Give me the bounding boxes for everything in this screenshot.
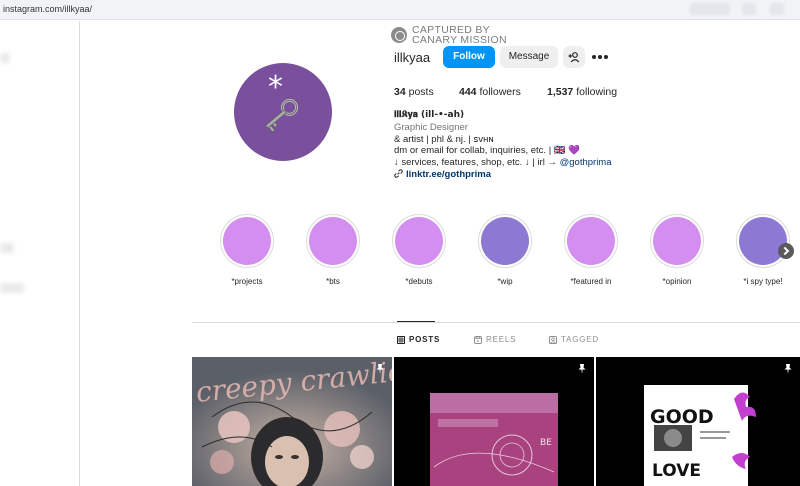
tab-label: POSTS [409, 335, 441, 344]
post-thumbnail[interactable]: creepy crawlies [192, 357, 392, 486]
tabs-divider [192, 322, 800, 323]
story-highlight[interactable]: *bts [305, 214, 361, 286]
highlight-ring [736, 214, 790, 268]
highlight-ring [478, 214, 532, 268]
post-thumbnail[interactable]: GOOD LOVE [596, 357, 800, 486]
story-highlight[interactable]: *wip [477, 214, 533, 286]
message-button[interactable]: Message [500, 46, 558, 68]
posts-count: 34 [394, 86, 406, 98]
following-count: 1,537 [547, 86, 574, 98]
suggested-accounts-button[interactable] [563, 46, 585, 68]
bio-line-text: ↓ services, features, shop, etc. ↓ | irl… [394, 157, 560, 169]
add-person-icon [568, 52, 580, 63]
highlight-cover [395, 217, 443, 265]
bio-line: & artist | phl & nj. | ꜱᴠʜɴ [394, 133, 494, 145]
highlight-label: *i spy type! [743, 277, 783, 286]
highlight-cover [653, 217, 701, 265]
post-art-headline: LOVE [652, 461, 701, 481]
link-icon [394, 169, 403, 178]
highlight-ring [650, 214, 704, 268]
canary-mission-watermark: CAPTURED BY CANARY MISSION [391, 25, 511, 46]
profile-avatar[interactable]: * [234, 63, 332, 161]
tagged-icon [549, 336, 557, 344]
highlight-label: *projects [231, 277, 263, 286]
active-tab-indicator [397, 321, 435, 322]
left-nav-sidebar [0, 21, 80, 486]
highlight-ring [392, 214, 446, 268]
display-name: 𝐢𝐥𝐥𝕶𝐲𝐚 (ill-•-ah) [394, 110, 465, 120]
toolbar-blur [770, 3, 784, 15]
highlight-cover [481, 217, 529, 265]
bio-line: ↓ services, features, shop, etc. ↓ | irl… [394, 157, 612, 169]
tab-posts[interactable]: POSTS [397, 335, 440, 344]
posts-label: posts [408, 86, 434, 98]
highlight-cover [567, 217, 615, 265]
highlight-cover [739, 217, 787, 265]
toolbar-blur [690, 3, 730, 15]
post-art-headline: GOOD [650, 406, 714, 428]
highlight-label: *debuts [405, 277, 433, 286]
pinned-icon [578, 364, 586, 374]
external-link[interactable]: linktr.ee/gothprima [406, 169, 491, 180]
tab-tagged[interactable]: TAGGED [549, 335, 599, 344]
highlight-cover [309, 217, 357, 265]
highlight-cover [223, 217, 271, 265]
post-art-text: BE [540, 438, 552, 448]
story-highlight[interactable]: *opinion [649, 214, 705, 286]
follow-button[interactable]: Follow [443, 46, 495, 68]
nav-item-blurred[interactable] [0, 53, 10, 63]
following-label: following [576, 86, 618, 98]
bio-line: dm or email for collab, inquiries, etc. … [394, 145, 581, 157]
tab-label: TAGGED [561, 335, 599, 344]
followers-stat[interactable]: 444 followers [459, 86, 521, 98]
reels-icon [474, 336, 482, 344]
toolbar-blur [742, 3, 756, 15]
following-stat[interactable]: 1,537 following [547, 86, 617, 98]
highlight-label: *featured in [570, 277, 612, 286]
mention-link[interactable]: @gothprima [560, 157, 612, 168]
highlight-label: *opinion [662, 277, 692, 286]
followers-label: followers [479, 86, 521, 98]
story-highlight[interactable]: *projects [219, 214, 275, 286]
more-options-icon[interactable] [590, 50, 610, 64]
highlight-label: *bts [326, 277, 340, 286]
story-highlight[interactable]: *debuts [391, 214, 447, 286]
posts-stat: 34 posts [394, 86, 434, 98]
highlight-ring [220, 214, 274, 268]
story-highlight[interactable]: *featured in [563, 214, 619, 286]
highlight-label: *wip [497, 277, 513, 286]
followers-count: 444 [459, 86, 477, 98]
chevron-right-icon[interactable] [778, 243, 794, 259]
nav-item-blurred[interactable] [0, 283, 24, 293]
post-artwork: GOOD LOVE [596, 357, 800, 486]
nav-item-blurred[interactable] [0, 243, 14, 253]
watermark-line2: CANARY MISSION [412, 34, 507, 46]
watermark-seal-icon [391, 27, 407, 43]
highlight-ring [564, 214, 618, 268]
grid-icon [397, 336, 405, 344]
post-artwork: BE [394, 357, 594, 486]
highlight-ring [306, 214, 360, 268]
browser-address-bar[interactable]: instagram.com/illkyaa/ [0, 0, 800, 20]
post-artwork: creepy crawlies [192, 357, 392, 486]
tab-reels[interactable]: REELS [474, 335, 516, 344]
tab-label: REELS [486, 335, 517, 344]
external-link-row[interactable]: linktr.ee/gothprima [394, 169, 612, 181]
category-label: Graphic Designer [394, 121, 468, 133]
pinned-icon [376, 364, 384, 374]
post-thumbnail[interactable]: BE [394, 357, 594, 486]
profile-bio: 𝐢𝐥𝐥𝕶𝐲𝐚 (ill-•-ah) Graphic Designer & art… [394, 110, 612, 181]
key-icon [265, 98, 299, 133]
pinned-icon [784, 364, 792, 374]
url-text[interactable]: instagram.com/illkyaa/ [3, 4, 92, 14]
profile-username: illkyaa [394, 50, 431, 65]
story-highlight[interactable]: *i spy type! [735, 214, 791, 286]
